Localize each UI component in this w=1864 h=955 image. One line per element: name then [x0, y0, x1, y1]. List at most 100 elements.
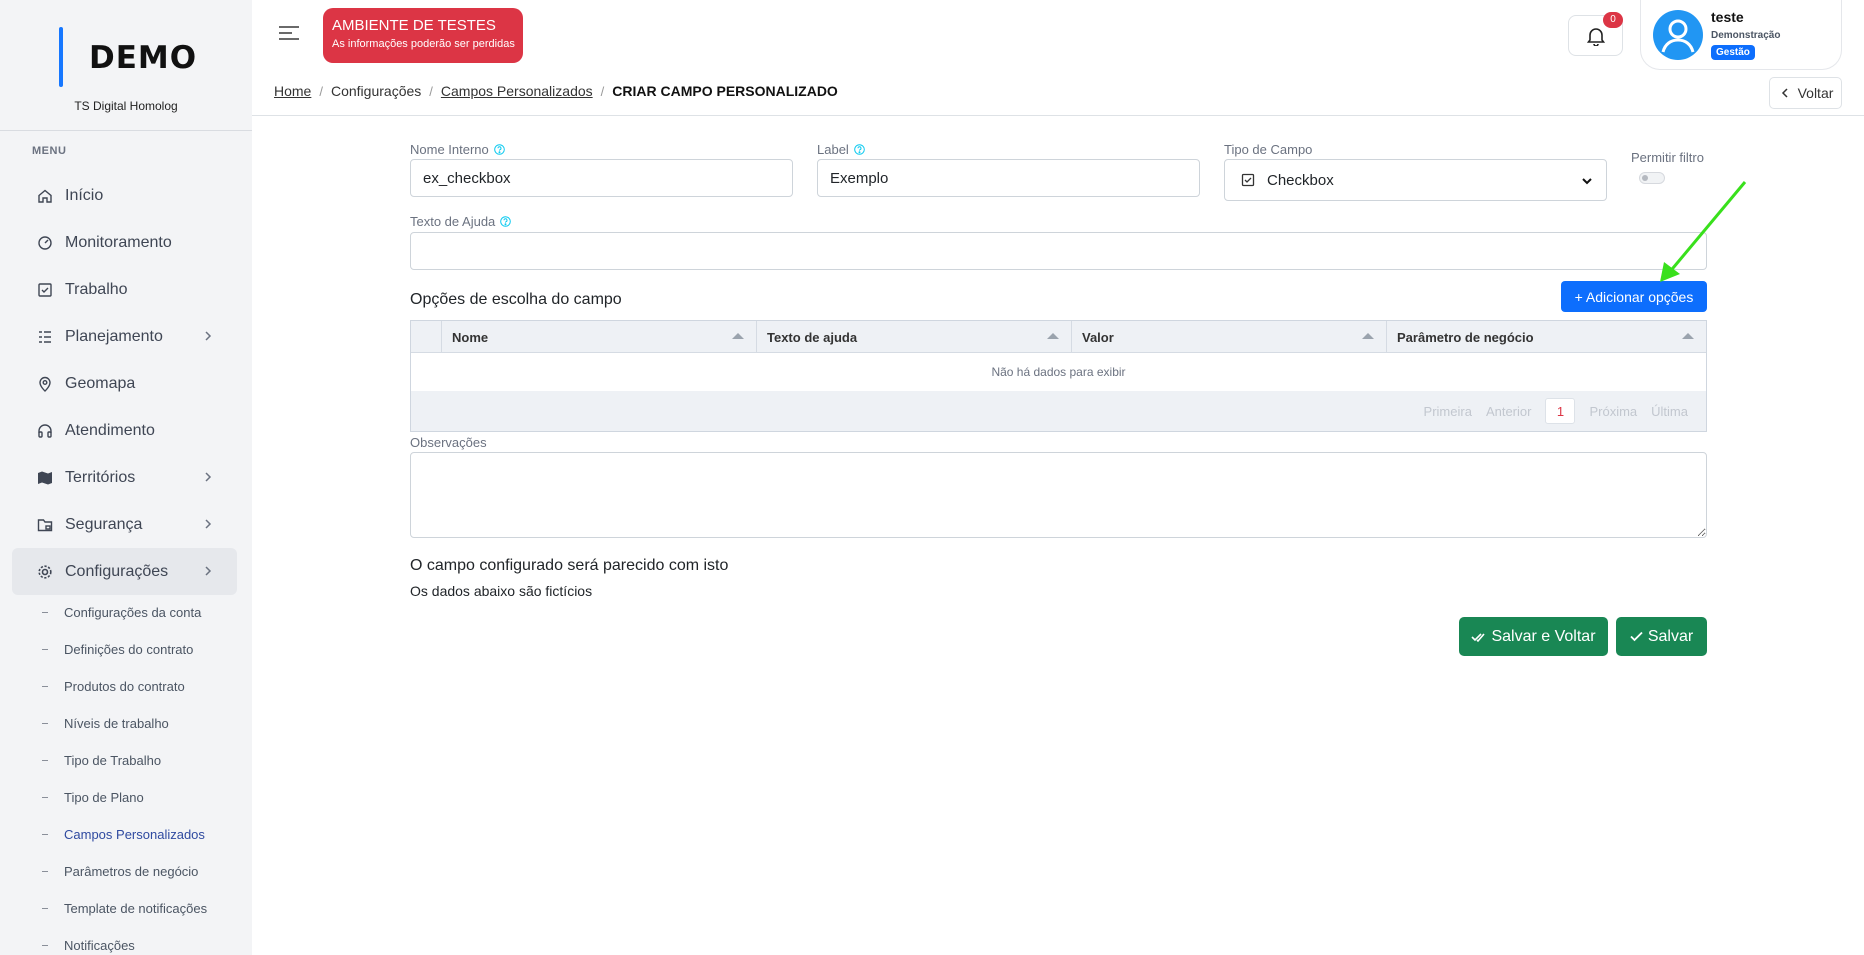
submenu-item[interactable]: Notificações [0, 927, 252, 955]
column-header-label: Nome [452, 329, 489, 345]
observacoes-textarea[interactable] [410, 452, 1707, 538]
submenu-item-label: Produtos do contrato [64, 679, 185, 694]
user-menu[interactable]: teste Demonstração Gestão [1640, 0, 1842, 70]
column-header-valor[interactable]: Valor [1071, 321, 1386, 353]
sidebar-item-monitoramento[interactable]: Monitoramento [12, 219, 237, 266]
breadcrumb-home-link[interactable]: Home [274, 83, 311, 99]
dash-icon [42, 797, 48, 798]
map-pin-icon [37, 376, 53, 392]
sidebar-item-trabalho[interactable]: Trabalho [12, 266, 237, 313]
submenu-item[interactable]: Produtos do contrato [0, 668, 252, 705]
submenu-item[interactable]: Template de notificações [0, 890, 252, 927]
permitir-filtro-label: Permitir filtro [1631, 150, 1704, 165]
sidebar-item-seguranca[interactable]: Segurança [12, 501, 237, 548]
submenu-item[interactable]: Configurações da conta [0, 594, 252, 631]
chevron-right-icon [205, 472, 212, 482]
bell-icon [1586, 27, 1605, 46]
brand-subtitle: TS Digital Homolog [74, 99, 178, 113]
permitir-filtro-label-text: Permitir filtro [1631, 150, 1704, 165]
double-check-icon [1471, 632, 1486, 642]
brand-logo[interactable]: DEMO [89, 40, 197, 76]
column-header-texto-ajuda[interactable]: Texto de ajuda [756, 321, 1071, 353]
dash-icon [42, 834, 48, 835]
pagination-prev[interactable]: Anterior [1486, 404, 1532, 419]
sidebar-item-configuracoes[interactable]: Configurações [12, 548, 237, 595]
sort-icon [1362, 333, 1374, 339]
breadcrumb-config: Configurações [330, 83, 422, 99]
environment-subtitle: As informações poderão ser perdidas [332, 38, 515, 50]
observacoes-label: Observações [410, 435, 487, 450]
help-icon[interactable] [854, 144, 865, 155]
submenu-item[interactable]: Tipo de Plano [0, 779, 252, 816]
breadcrumb-current: CRIAR CAMPO PERSONALIZADO [612, 83, 838, 99]
back-button[interactable]: Voltar [1769, 77, 1842, 109]
dash-icon [42, 871, 48, 872]
sidebar-item-label: Geomapa [65, 374, 136, 392]
sidebar-item-geomapa[interactable]: Geomapa [12, 360, 237, 407]
checkbox-icon [37, 282, 53, 298]
chevron-right-icon [205, 331, 212, 341]
help-icon[interactable] [500, 216, 512, 227]
brand: DEMO TS Digital Homolog [0, 0, 252, 131]
pagination-next[interactable]: Próxima [1589, 404, 1637, 419]
breadcrumb-separator: / [319, 83, 323, 99]
menu-title: MENU [32, 145, 67, 157]
texto-ajuda-input[interactable] [410, 232, 1707, 270]
sidebar-item-label: Segurança [65, 515, 143, 533]
menu-toggle-icon[interactable] [278, 24, 300, 42]
column-header-parametro-negocio[interactable]: Parâmetro de negócio [1386, 321, 1706, 353]
environment-banner: AMBIENTE DE TESTES As informações poderã… [323, 8, 523, 63]
sidebar-item-inicio[interactable]: Início [12, 172, 237, 219]
dash-icon [42, 723, 48, 724]
notifications-count-badge: 0 [1603, 12, 1623, 28]
label-label-text: Label [817, 142, 849, 157]
nome-interno-label-text: Nome Interno [410, 142, 489, 157]
back-button-label: Voltar [1797, 85, 1834, 101]
chevron-down-icon [1582, 178, 1592, 185]
dash-icon [42, 649, 48, 650]
submenu-item-label: Campos Personalizados [64, 827, 205, 842]
submenu-item[interactable]: Níveis de trabalho [0, 705, 252, 742]
tipo-campo-select[interactable]: Checkbox [1224, 159, 1607, 201]
pagination-last[interactable]: Última [1651, 404, 1688, 419]
help-icon[interactable] [493, 144, 505, 155]
pagination-current-page[interactable]: 1 [1545, 398, 1576, 424]
tipo-campo-label: Tipo de Campo [1224, 142, 1312, 157]
save-and-back-label: Salvar e Voltar [1491, 627, 1596, 645]
sidebar-item-planejamento[interactable]: Planejamento [12, 313, 237, 360]
submenu-item-campos-personalizados[interactable]: Campos Personalizados [0, 816, 252, 853]
user-name: teste [1711, 9, 1744, 25]
column-header-nome[interactable]: Nome [441, 321, 756, 353]
texto-ajuda-label-text: Texto de Ajuda [410, 214, 496, 229]
pagination-first[interactable]: Primeira [1424, 404, 1472, 419]
sidebar-item-atendimento[interactable]: Atendimento [12, 407, 237, 454]
sort-icon [1682, 333, 1694, 339]
label-input[interactable]: Exemplo [817, 159, 1200, 197]
breadcrumb-separator: / [429, 83, 433, 99]
save-button[interactable]: Salvar [1616, 617, 1707, 656]
column-header-label: Texto de ajuda [767, 329, 858, 345]
save-and-back-button[interactable]: Salvar e Voltar [1459, 617, 1608, 656]
sidebar-submenu: Configurações da conta Definições do con… [0, 594, 252, 955]
column-header-label: Parâmetro de negócio [1397, 329, 1534, 345]
nome-interno-label: Nome Interno [410, 142, 505, 157]
submenu-item[interactable]: Definições do contrato [0, 631, 252, 668]
map-icon [37, 470, 53, 486]
nome-interno-input[interactable]: ex_checkbox [410, 159, 793, 197]
table-select-column[interactable] [411, 321, 441, 353]
sidebar-item-territorios[interactable]: Territórios [12, 454, 237, 501]
brand-accent-bar [59, 27, 63, 87]
submenu-item-label: Parâmetros de negócio [64, 864, 199, 879]
submenu-item[interactable]: Parâmetros de negócio [0, 853, 252, 890]
submenu-item[interactable]: Tipo de Trabalho [0, 742, 252, 779]
texto-ajuda-label: Texto de Ajuda [410, 214, 512, 229]
user-avatar-icon [1661, 19, 1695, 53]
sidebar-item-label: Planejamento [65, 327, 163, 345]
breadcrumb-campos-link[interactable]: Campos Personalizados [441, 83, 593, 99]
tipo-campo-label-text: Tipo de Campo [1224, 142, 1313, 157]
user-company: Demonstração [1711, 30, 1781, 41]
sidebar-item-label: Trabalho [65, 280, 128, 298]
submenu-item-label: Tipo de Plano [64, 790, 144, 805]
column-header-label: Valor [1082, 329, 1114, 345]
options-table-header: Nome Texto de ajuda Valor Parâmetro de n… [411, 321, 1706, 353]
